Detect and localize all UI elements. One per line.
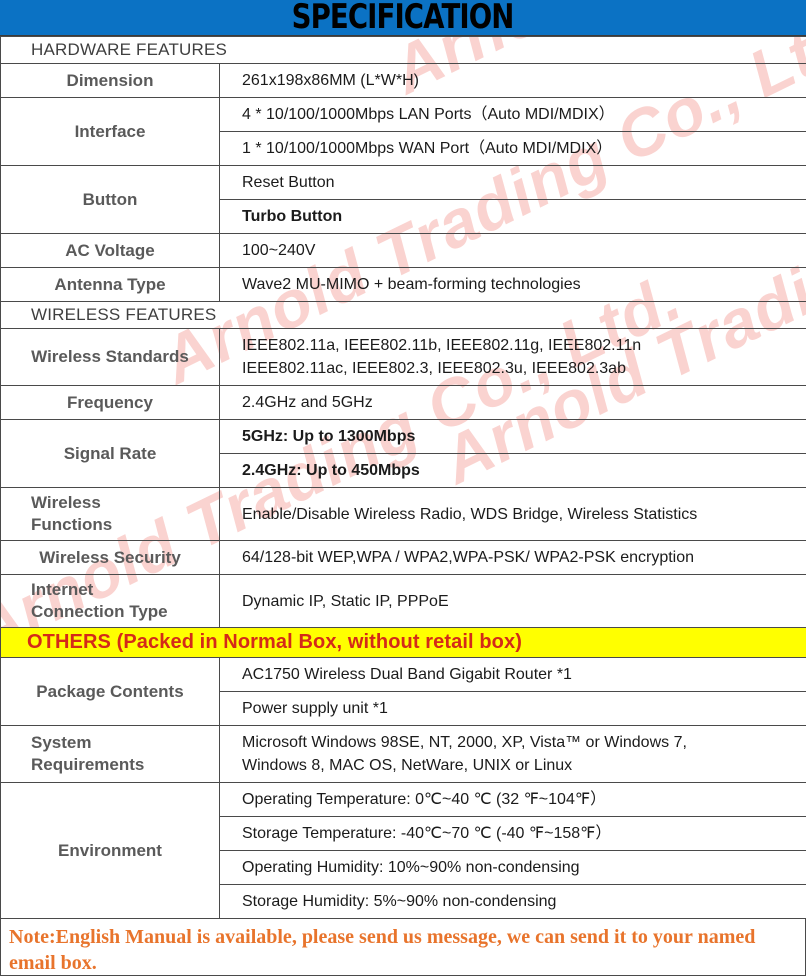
page-title: SPECIFICATION: [292, 1, 514, 35]
section-header-others: OTHERS (Packed in Normal Box, without re…: [1, 628, 806, 658]
table-row: System Requirements Microsoft Windows 98…: [1, 726, 806, 783]
table-row: WIRELESS FEATURES: [1, 302, 806, 329]
row-label-wireless-functions: Wireless Functions: [1, 488, 220, 541]
package-item-2: Power supply unit *1: [220, 692, 806, 726]
bottom-note: Note:English Manual is available, please…: [0, 919, 806, 976]
list-item: Storage Humidity: 5%~90% non-condensing: [220, 885, 806, 919]
signal-rate-5ghz: 5GHz: Up to 1300Mbps: [220, 420, 806, 454]
table-row: Environment Operating Temperature: 0℃~40…: [1, 783, 806, 919]
list-item: 2.4GHz: Up to 450Mbps: [220, 454, 806, 488]
button-turbo: Turbo Button: [220, 200, 806, 234]
specification-table: HARDWARE FEATURES Dimension 261x198x86MM…: [0, 36, 806, 919]
list-item: Power supply unit *1: [220, 692, 806, 726]
table-row: OTHERS (Packed in Normal Box, without re…: [1, 628, 806, 658]
table-row: HARDWARE FEATURES: [1, 37, 806, 64]
table-row: Package Contents AC1750 Wireless Dual Ba…: [1, 658, 806, 726]
list-item: 5GHz: Up to 1300Mbps: [220, 420, 806, 454]
row-value-wireless-security: 64/128-bit WEP,WPA / WPA2,WPA-PSK/ WPA2-…: [220, 541, 806, 575]
wireless-standards-line2: IEEE802.11ac, IEEE802.3, IEEE802.3u, IEE…: [242, 357, 806, 380]
row-label-internet-connection-type: Internet Connection Type: [1, 575, 220, 628]
button-sublist: Reset Button Turbo Button: [220, 166, 806, 233]
row-value-system-requirements: Microsoft Windows 98SE, NT, 2000, XP, Vi…: [220, 726, 806, 783]
system-requirements-label-line1: System: [31, 732, 213, 754]
row-label-package-contents: Package Contents: [1, 658, 220, 726]
row-value-ac-voltage: 100~240V: [220, 234, 806, 268]
row-value-internet-connection-type: Dynamic IP, Static IP, PPPoE: [220, 575, 806, 628]
package-contents-sublist: AC1750 Wireless Dual Band Gigabit Router…: [220, 658, 806, 725]
list-item: Storage Temperature: -40℃~70 ℃ (-40 ℉~15…: [220, 817, 806, 851]
environment-operating-temperature: Operating Temperature: 0℃~40 ℃ (32 ℉~104…: [220, 783, 806, 817]
wireless-standards-line1: IEEE802.11a, IEEE802.11b, IEEE802.11g, I…: [242, 334, 806, 357]
list-item: Operating Temperature: 0℃~40 ℃ (32 ℉~104…: [220, 783, 806, 817]
row-label-interface: Interface: [1, 98, 220, 166]
section-header-wireless: WIRELESS FEATURES: [1, 302, 806, 329]
table-row: Interface 4 * 10/100/1000Mbps LAN Ports（…: [1, 98, 806, 166]
table-row: Wireless Standards IEEE802.11a, IEEE802.…: [1, 329, 806, 386]
list-item: Reset Button: [220, 166, 806, 200]
row-value-signal-rate: 5GHz: Up to 1300Mbps 2.4GHz: Up to 450Mb…: [220, 420, 806, 488]
wireless-functions-label-line2: Functions: [31, 514, 213, 536]
list-item: AC1750 Wireless Dual Band Gigabit Router…: [220, 658, 806, 692]
list-item: Operating Humidity: 10%~90% non-condensi…: [220, 851, 806, 885]
row-label-environment: Environment: [1, 783, 220, 919]
table-row: Antenna Type Wave2 MU-MIMO + beam-formin…: [1, 268, 806, 302]
section-header-hardware: HARDWARE FEATURES: [1, 37, 806, 64]
row-value-button: Reset Button Turbo Button: [220, 166, 806, 234]
list-item: 1 * 10/100/1000Mbps WAN Port（Auto MDI/MD…: [220, 132, 806, 166]
row-value-wireless-standards: IEEE802.11a, IEEE802.11b, IEEE802.11g, I…: [220, 329, 806, 386]
internet-connection-label-line1: Internet: [31, 579, 213, 601]
wireless-functions-label-line1: Wireless: [31, 492, 213, 514]
table-row: Dimension 261x198x86MM (L*W*H): [1, 64, 806, 98]
environment-sublist: Operating Temperature: 0℃~40 ℃ (32 ℉~104…: [220, 783, 806, 918]
list-item: Turbo Button: [220, 200, 806, 234]
button-reset: Reset Button: [220, 166, 806, 200]
table-row: Wireless Security 64/128-bit WEP,WPA / W…: [1, 541, 806, 575]
internet-connection-label-line2: Connection Type: [31, 601, 213, 623]
table-row: Signal Rate 5GHz: Up to 1300Mbps 2.4GHz:…: [1, 420, 806, 488]
table-row: Button Reset Button Turbo Button: [1, 166, 806, 234]
row-value-environment: Operating Temperature: 0℃~40 ℃ (32 ℉~104…: [220, 783, 806, 919]
row-label-antenna-type: Antenna Type: [1, 268, 220, 302]
table-row: Frequency 2.4GHz and 5GHz: [1, 386, 806, 420]
row-label-system-requirements: System Requirements: [1, 726, 220, 783]
row-value-antenna-type: Wave2 MU-MIMO + beam-forming technologie…: [220, 268, 806, 302]
environment-storage-temperature: Storage Temperature: -40℃~70 ℃ (-40 ℉~15…: [220, 817, 806, 851]
row-value-package-contents: AC1750 Wireless Dual Band Gigabit Router…: [220, 658, 806, 726]
row-label-signal-rate: Signal Rate: [1, 420, 220, 488]
row-label-button: Button: [1, 166, 220, 234]
table-row: Wireless Functions Enable/Disable Wirele…: [1, 488, 806, 541]
table-row: Internet Connection Type Dynamic IP, Sta…: [1, 575, 806, 628]
system-requirements-line2: Windows 8, MAC OS, NetWare, UNIX or Linu…: [242, 754, 806, 777]
system-requirements-line1: Microsoft Windows 98SE, NT, 2000, XP, Vi…: [242, 731, 806, 754]
row-value-dimension: 261x198x86MM (L*W*H): [220, 64, 806, 98]
row-label-wireless-standards: Wireless Standards: [1, 329, 220, 386]
row-value-interface: 4 * 10/100/1000Mbps LAN Ports（Auto MDI/M…: [220, 98, 806, 166]
environment-operating-humidity: Operating Humidity: 10%~90% non-condensi…: [220, 851, 806, 885]
row-value-wireless-functions: Enable/Disable Wireless Radio, WDS Bridg…: [220, 488, 806, 541]
table-row: AC Voltage 100~240V: [1, 234, 806, 268]
row-label-ac-voltage: AC Voltage: [1, 234, 220, 268]
row-value-frequency: 2.4GHz and 5GHz: [220, 386, 806, 420]
row-label-dimension: Dimension: [1, 64, 220, 98]
system-requirements-label-line2: Requirements: [31, 754, 213, 776]
list-item: 4 * 10/100/1000Mbps LAN Ports（Auto MDI/M…: [220, 98, 806, 132]
interface-sublist: 4 * 10/100/1000Mbps LAN Ports（Auto MDI/M…: [220, 98, 806, 165]
signal-rate-sublist: 5GHz: Up to 1300Mbps 2.4GHz: Up to 450Mb…: [220, 420, 806, 487]
row-label-wireless-security: Wireless Security: [1, 541, 220, 575]
interface-lan: 4 * 10/100/1000Mbps LAN Ports（Auto MDI/M…: [220, 98, 806, 132]
signal-rate-24ghz: 2.4GHz: Up to 450Mbps: [220, 454, 806, 488]
environment-storage-humidity: Storage Humidity: 5%~90% non-condensing: [220, 885, 806, 919]
package-item-1: AC1750 Wireless Dual Band Gigabit Router…: [220, 658, 806, 692]
specification-sheet: SPECIFICATION HARDWARE FEATURES Dimensio…: [0, 0, 806, 812]
interface-wan: 1 * 10/100/1000Mbps WAN Port（Auto MDI/MD…: [220, 132, 806, 166]
title-banner: SPECIFICATION: [0, 0, 806, 36]
row-label-frequency: Frequency: [1, 386, 220, 420]
